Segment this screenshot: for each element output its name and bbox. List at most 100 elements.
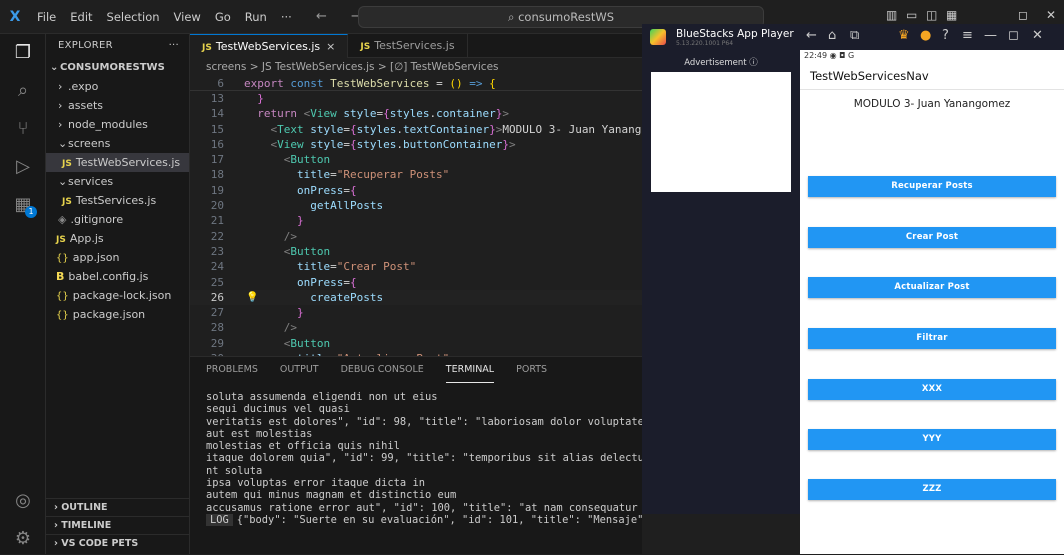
tree-folder-node-modules[interactable]: › node_modules xyxy=(46,115,189,134)
more-actions-icon[interactable]: ··· xyxy=(169,34,179,58)
code-line[interactable]: 16 <View style={styles.buttonContainer}> xyxy=(190,137,642,152)
timeline-section[interactable]: › TIMELINE xyxy=(46,516,190,534)
filtrar-button[interactable]: Filtrar xyxy=(808,328,1056,349)
layout-sidebar-icon[interactable]: ▥ xyxy=(886,8,897,22)
tab-terminal[interactable]: TERMINAL xyxy=(445,357,495,383)
help-icon[interactable]: ? xyxy=(942,28,949,43)
home-icon[interactable]: ⌂ xyxy=(828,28,836,43)
close-icon[interactable]: × xyxy=(326,40,335,53)
search-icon[interactable]: ⌕ xyxy=(9,76,37,104)
tree-file-babel-config[interactable]: Bbabel.config.js xyxy=(46,267,189,286)
terminal-output[interactable]: soluta assumenda eligendi non ut eius seq… xyxy=(190,383,642,555)
recent-apps-icon[interactable]: ⧉ xyxy=(850,28,859,43)
tab-output[interactable]: OUTPUT xyxy=(280,357,319,383)
explorer-icon[interactable]: ❐ xyxy=(9,38,37,66)
source-control-icon[interactable]: ⑂ xyxy=(9,114,37,142)
menu-edit[interactable]: Edit xyxy=(63,10,99,24)
code-line[interactable]: 19 onPress={ xyxy=(190,183,642,198)
code-line[interactable]: 27 } xyxy=(190,305,642,320)
zzz-button[interactable]: ZZZ xyxy=(808,479,1056,500)
lightbulb-icon[interactable]: 💡 xyxy=(246,290,258,305)
code-line[interactable]: 13 } xyxy=(190,91,642,106)
advertisement-box[interactable] xyxy=(651,72,791,192)
code-line[interactable]: 28 /> xyxy=(190,320,642,335)
tab-testwebservices[interactable]: JS TestWebServices.js × xyxy=(190,34,349,58)
code-line[interactable]: 18 title="Recuperar Posts" xyxy=(190,167,642,182)
customize-layout-icon[interactable]: ▦ xyxy=(946,8,957,22)
activity-bar: ❐ ⌕ ⑂ ▷ ▦ 1 ◎ ⚙ xyxy=(0,34,46,554)
tree-file-package-json[interactable]: {} package.json xyxy=(46,305,189,324)
line-number: 18 xyxy=(210,168,224,182)
layout-panel-icon[interactable]: ▭ xyxy=(906,8,917,22)
code-line[interactable]: 23 <Button xyxy=(190,244,642,259)
layout-secondary-icon[interactable]: ◫ xyxy=(926,8,937,22)
crear-post-button[interactable]: Crear Post xyxy=(808,227,1056,248)
sticky-scroll-line[interactable]: 6 export const TestWebServices = () => { xyxy=(190,76,642,91)
code-line-current[interactable]: 26 💡 createPosts xyxy=(190,289,642,306)
run-debug-icon[interactable]: ▷ xyxy=(9,152,37,180)
actualizar-post-button[interactable]: Actualizar Post xyxy=(808,277,1056,298)
tree-folder-assets[interactable]: › assets xyxy=(46,96,189,115)
tree-file-package-lock[interactable]: {} package-lock.json xyxy=(46,286,189,305)
tree-folder-screens[interactable]: ⌄screens xyxy=(46,134,189,153)
code-line[interactable]: 14 return <View style={styles.container}… xyxy=(190,106,642,121)
maximize-icon[interactable]: ◻ xyxy=(1008,28,1019,43)
code-line[interactable]: 22 /> xyxy=(190,229,642,244)
coin-icon[interactable]: ● xyxy=(920,28,931,43)
chevron-right-icon: › xyxy=(58,118,63,131)
code-line[interactable]: 29 <Button xyxy=(190,336,642,351)
menu-icon[interactable]: ≡ xyxy=(962,28,973,43)
settings-gear-icon[interactable]: ⚙ xyxy=(9,524,37,552)
vscode-pets-label: VS CODE PETS xyxy=(61,538,139,549)
xxx-button[interactable]: XXX xyxy=(808,379,1056,400)
tree-file-testwebservices[interactable]: JS TestWebServices.js xyxy=(46,153,189,172)
code-line[interactable]: 25 onPress={ xyxy=(190,275,642,290)
tab-problems[interactable]: PROBLEMS xyxy=(206,357,258,383)
breadcrumb[interactable]: screens > JS TestWebServices.js > [∅] Te… xyxy=(190,58,642,76)
code-line[interactable]: 20 getAllPosts xyxy=(190,198,642,213)
tree-file-testservices[interactable]: JS TestServices.js xyxy=(46,191,189,210)
terminal-line: molestias et officia quis nihil xyxy=(206,440,400,453)
yyy-button[interactable]: YYY xyxy=(808,429,1056,450)
workspace-root[interactable]: ⌄ CONSUMORESTWS xyxy=(46,58,189,77)
restore-window-icon[interactable]: ◻ xyxy=(1018,8,1028,22)
tree-label: app.json xyxy=(72,251,120,264)
tree-file-app-js[interactable]: JS App.js xyxy=(46,229,189,248)
bottom-panel: PROBLEMS OUTPUT DEBUG CONSOLE TERMINAL P… xyxy=(190,356,642,554)
menu-run[interactable]: Run xyxy=(238,10,274,24)
minimize-icon[interactable]: — xyxy=(984,28,997,43)
recuperar-posts-button[interactable]: Recuperar Posts xyxy=(808,176,1056,197)
menu-more[interactable]: ··· xyxy=(274,10,299,24)
tab-debug-console[interactable]: DEBUG CONSOLE xyxy=(341,357,424,383)
code-line[interactable]: 21 } xyxy=(190,213,642,228)
vscode-pets-section[interactable]: › VS CODE PETS xyxy=(46,534,190,552)
tree-folder-services[interactable]: ⌄services xyxy=(46,172,189,191)
tab-testservices[interactable]: JS TestServices.js xyxy=(348,34,468,58)
chevron-down-icon: ⌄ xyxy=(50,62,59,73)
status-icons: ◉ ◘ G xyxy=(829,51,855,60)
nav-back-button[interactable]: ← xyxy=(316,9,337,24)
extensions-badge: 1 xyxy=(25,206,37,218)
code-line[interactable]: 17 <Button xyxy=(190,152,642,167)
editor-tabs: JS TestWebServices.js × JS TestServices.js xyxy=(190,34,642,58)
tree-file-app-json[interactable]: {} app.json xyxy=(46,248,189,267)
tree-label: TestServices.js xyxy=(75,194,157,207)
line-number: 24 xyxy=(210,260,224,274)
extensions-icon[interactable]: ▦ 1 xyxy=(9,190,37,218)
tab-ports[interactable]: PORTS xyxy=(516,357,547,383)
menu-view[interactable]: View xyxy=(167,10,208,24)
menu-selection[interactable]: Selection xyxy=(100,10,167,24)
tree-file-gitignore[interactable]: ◈ .gitignore xyxy=(46,210,189,229)
close-window-icon[interactable]: ✕ xyxy=(1046,8,1056,22)
module-text: MODULO 3- Juan Yanangomez xyxy=(853,98,1011,110)
outline-section[interactable]: › OUTLINE xyxy=(46,498,190,516)
tree-folder-expo[interactable]: › .expo xyxy=(46,77,189,96)
code-line[interactable]: 24 title="Crear Post" xyxy=(190,259,642,274)
menu-go[interactable]: Go xyxy=(208,10,238,24)
menu-file[interactable]: File xyxy=(30,10,63,24)
account-icon[interactable]: ◎ xyxy=(9,486,37,514)
crown-icon[interactable]: ♛ xyxy=(898,28,910,43)
back-arrow-icon[interactable]: ← xyxy=(806,28,817,43)
close-icon[interactable]: ✕ xyxy=(1032,28,1043,43)
code-line[interactable]: 15 <Text style={styles.textContainer}>MO… xyxy=(190,122,681,137)
